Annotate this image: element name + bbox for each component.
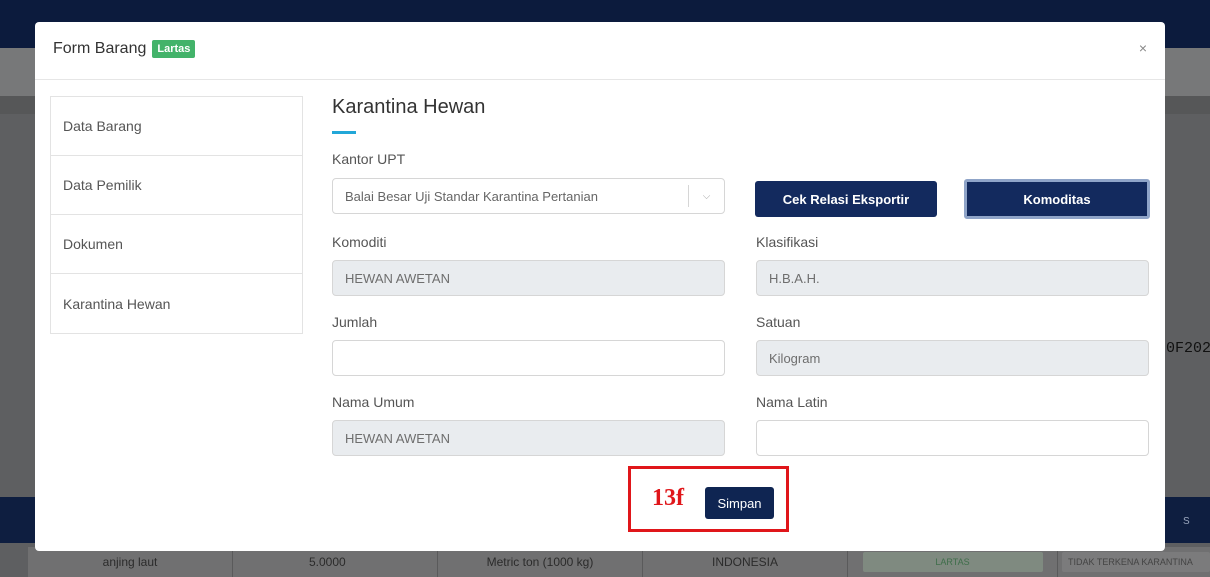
satuan-label: Satuan [756,314,801,330]
modal-title-text: Form Barang [53,40,147,57]
form-content: Karantina Hewan Kantor UPT Balai Besar U… [332,96,1152,456]
background-header-text: S [1183,516,1190,527]
status-badge: LARTAS [862,552,1043,572]
simpan-button[interactable]: Simpan [705,487,774,519]
section-title-underline [332,131,356,134]
klasifikasi-label: Klasifikasi [756,234,819,250]
modal-header: Form Barang Lartas × [35,22,1165,80]
komoditi-field[interactable]: HEWAN AWETAN [332,260,725,296]
nama-latin-label: Nama Latin [756,394,828,410]
table-cell: LARTAS [848,547,1058,577]
kantor-upt-value: Balai Besar Uji Standar Karantina Pertan… [345,188,598,204]
sidebar-item-data-pemilik[interactable]: Data Pemilik [51,156,302,215]
sidebar-item-dokumen[interactable]: Dokumen [51,215,302,274]
sidebar: Data Barang Data Pemilik Dokumen Karanti… [50,96,303,334]
nama-latin-input[interactable] [756,420,1149,456]
nama-umum-field[interactable]: HEWAN AWETAN [332,420,725,456]
kantor-upt-label: Kantor UPT [332,151,406,167]
lartas-badge: Lartas [152,40,196,58]
cek-relasi-eksportir-button[interactable]: Cek Relasi Eksportir [755,181,937,217]
modal-title: Form Barang Lartas [53,40,196,58]
chevron-down-icon[interactable]: ⌵ [688,185,724,207]
nama-umum-label: Nama Umum [332,394,415,410]
sidebar-item-data-barang[interactable]: Data Barang [51,97,302,156]
sidebar-item-karantina-hewan[interactable]: Karantina Hewan [51,274,302,333]
komoditi-label: Komoditi [332,234,387,250]
table-cell: 5.0000 [233,547,438,577]
komoditas-button[interactable]: Komoditas [964,179,1150,219]
satuan-field[interactable]: Kilogram [756,340,1149,376]
jumlah-input[interactable] [332,340,725,376]
kantor-upt-select[interactable]: Balai Besar Uji Standar Karantina Pertan… [332,178,725,214]
background-table-row: anjing laut 5.0000 Metric ton (1000 kg) … [28,547,1210,577]
table-cell: INDONESIA [643,547,848,577]
jumlah-label: Jumlah [332,314,378,330]
annotation-label: 13f [652,485,684,511]
table-cell: Metric ton (1000 kg) [438,547,643,577]
section-title: Karantina Hewan [332,96,486,118]
table-cell: TIDAK TERKENA KARANTINA [1058,547,1210,577]
close-icon[interactable]: × [1139,40,1147,56]
table-cell: anjing laut [28,547,233,577]
karantina-badge: TIDAK TERKENA KARANTINA [1062,552,1210,572]
background-document-number: 0F2023 [1166,340,1210,357]
klasifikasi-field[interactable]: H.B.A.H. [756,260,1149,296]
form-barang-modal: Form Barang Lartas × Data Barang Data Pe… [35,22,1165,551]
